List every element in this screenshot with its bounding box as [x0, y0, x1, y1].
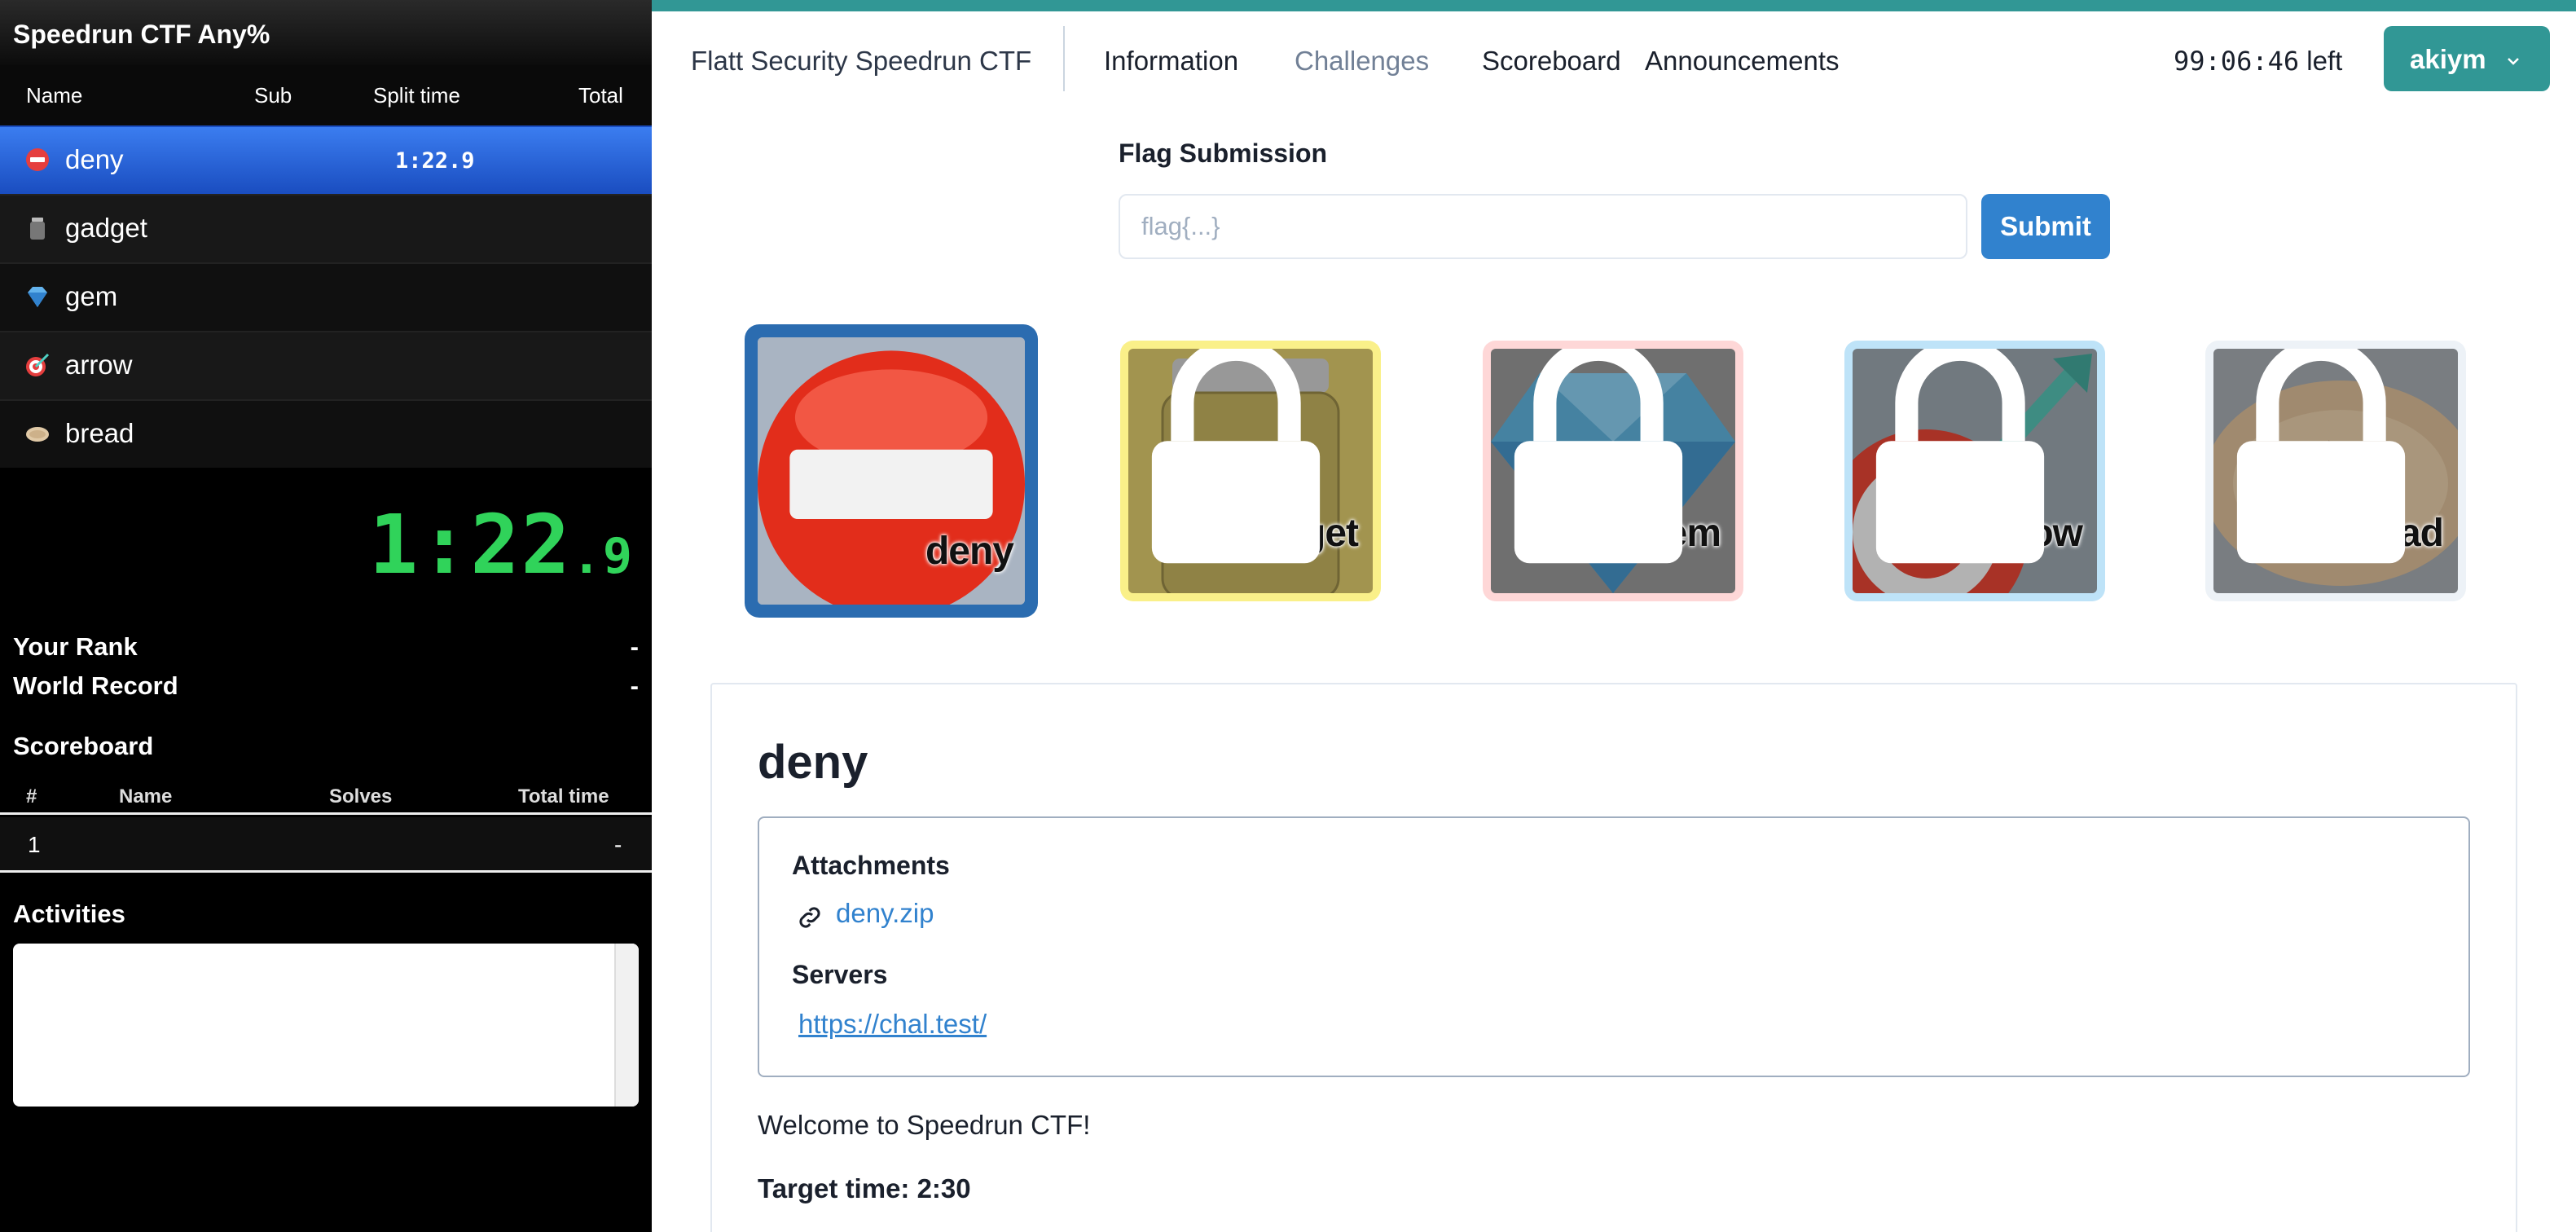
split-name: arrow: [65, 350, 133, 380]
attachments-label: Attachments: [792, 851, 950, 880]
flag-input[interactable]: [1119, 194, 1967, 259]
challenge-card-deny[interactable]: deny: [745, 324, 1038, 618]
server-link[interactable]: https://chal.test/: [798, 1009, 987, 1040]
flag-submission-label: Flag Submission: [1119, 139, 1328, 168]
split-time: 1:22.9: [395, 148, 475, 174]
accent-bar: [652, 0, 2576, 11]
row-rank: 1: [28, 832, 41, 857]
world-record-label: World Record: [13, 671, 178, 700]
nav-challenges[interactable]: Challenges: [1295, 46, 1429, 77]
splits-list: deny 1:22.9 gadget gem arrow bread: [0, 125, 652, 468]
no-entry-icon: [26, 148, 49, 171]
attachment-link[interactable]: deny.zip: [836, 898, 934, 929]
split-name: bread: [65, 418, 134, 448]
challenge-card-arrow[interactable]: arrow: [1844, 341, 2105, 601]
target-time: Target time: 2:30: [758, 1173, 971, 1203]
gem-icon: [28, 287, 47, 307]
split-row-bread[interactable]: bread: [0, 399, 652, 468]
splits-sidebar: Speedrun CTF Any% Name Sub Split time To…: [0, 0, 652, 1232]
col-solves: Solves: [329, 785, 393, 807]
split-row-gadget[interactable]: gadget: [0, 194, 652, 262]
your-rank-value: -: [630, 632, 639, 661]
challenge-detail: deny Attachments deny.zip Servers https:…: [710, 683, 2517, 1232]
sidebar-scoreboard-header: # Name Solves Total time: [0, 782, 652, 815]
jar-icon: [30, 218, 45, 240]
world-record-value: -: [630, 671, 639, 700]
lock-icon: [2236, 349, 2406, 564]
col-total: Total: [578, 83, 623, 108]
run-timer: 1:22.9: [369, 497, 634, 592]
challenge-description: Welcome to Speedrun CTF!: [758, 1110, 1091, 1140]
split-name: gem: [65, 281, 118, 311]
nav-scoreboard[interactable]: Scoreboard: [1482, 46, 1621, 77]
submit-button[interactable]: Submit: [1981, 194, 2110, 259]
countdown: 99:06:46 left: [2174, 46, 2342, 77]
split-row-gem[interactable]: gem: [0, 262, 652, 331]
chevron-down-icon: [2508, 58, 2519, 65]
top-navbar: Flatt Security Speedrun CTF Information …: [652, 11, 2576, 116]
split-row-arrow[interactable]: arrow: [0, 331, 652, 399]
split-name: gadget: [65, 213, 147, 243]
split-name: deny: [65, 144, 124, 174]
splits-header: Name Sub Split time Total: [0, 65, 652, 125]
col-total-time: Total time: [518, 785, 609, 807]
split-row-deny[interactable]: deny 1:22.9: [0, 125, 652, 194]
nav-announcements[interactable]: Announcements: [1645, 46, 1840, 77]
challenge-card-bread[interactable]: bread: [2205, 341, 2466, 601]
col-name: Name: [26, 83, 83, 108]
user-menu-button[interactable]: akiym: [2384, 26, 2550, 91]
activities-panel[interactable]: [13, 944, 639, 1107]
challenge-resources: Attachments deny.zip Servers https://cha…: [758, 816, 2470, 1077]
your-rank-label: Your Rank: [13, 632, 138, 661]
countdown-time: 99:06:46: [2174, 46, 2300, 77]
servers-label: Servers: [792, 960, 888, 989]
countdown-suffix: left: [2306, 46, 2343, 76]
lock-icon: [1151, 349, 1321, 564]
col-rank: #: [26, 785, 37, 807]
lock-icon: [1514, 349, 1683, 564]
col-team-name: Name: [119, 785, 173, 807]
sidebar-scoreboard-title: Scoreboard: [13, 732, 154, 760]
link-icon: [799, 907, 820, 928]
sidebar-title: Speedrun CTF Any%: [0, 0, 652, 65]
flatbread-icon: [26, 427, 49, 442]
challenge-title: deny: [758, 736, 868, 789]
your-rank-row: Your Rank -: [13, 632, 639, 662]
world-record-row: World Record -: [13, 671, 639, 701]
timer-main: 1:22: [368, 497, 572, 592]
challenge-card-gadget[interactable]: gadget: [1120, 341, 1381, 601]
nav-information[interactable]: Information: [1104, 46, 1238, 77]
site-brand[interactable]: Flatt Security Speedrun CTF: [691, 46, 1031, 77]
col-sub: Sub: [254, 83, 292, 108]
activities-title: Activities: [13, 900, 125, 928]
nav-divider: [1063, 26, 1065, 91]
card-label: deny: [925, 530, 1014, 573]
activities-scrollbar[interactable]: [614, 944, 639, 1107]
lock-icon: [1875, 349, 2045, 564]
row-total-time: -: [614, 832, 622, 857]
col-split-time: Split time: [373, 83, 460, 108]
challenge-card-gem[interactable]: gem: [1483, 341, 1743, 601]
target-icon: [26, 353, 50, 376]
table-row[interactable]: 1 -: [0, 817, 652, 873]
timer-fraction: .9: [571, 528, 634, 585]
user-name: akiym: [2410, 44, 2486, 74]
